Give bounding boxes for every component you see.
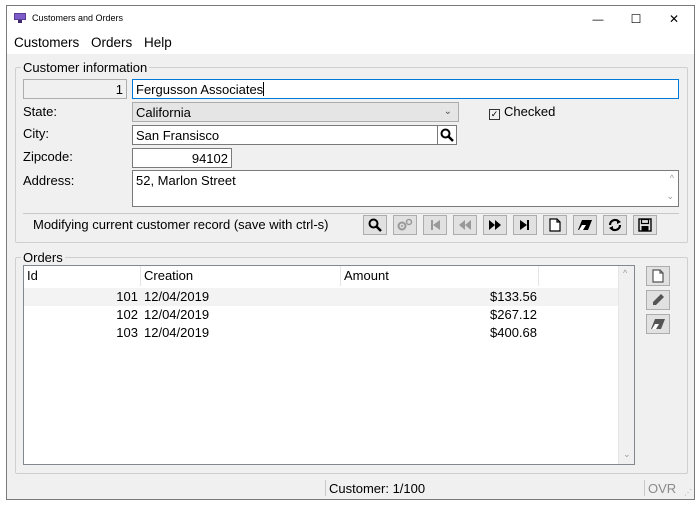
refresh-button[interactable] (603, 215, 627, 235)
customer-name-value: Fergusson Associates (136, 82, 264, 97)
chevron-down-icon: ⌄ (443, 106, 452, 117)
maximize-icon: ☐ (630, 12, 642, 26)
main-window: Customers and Orders — ☐ ✕ Customers Ord… (6, 5, 695, 500)
customer-info-label: Customer information (21, 60, 150, 75)
new-order-button[interactable] (646, 266, 670, 286)
state-label: State: (23, 104, 57, 119)
text-cursor (263, 82, 265, 96)
previous-record-button[interactable] (453, 215, 477, 235)
first-record-icon (431, 220, 440, 230)
search-icon (440, 128, 454, 142)
last-record-icon (520, 220, 529, 230)
new-document-icon (652, 269, 664, 283)
order-id: 102 (116, 307, 138, 322)
status-separator (325, 480, 326, 496)
orders-table[interactable]: Id Creation Amount 101 12/04/2019 $133.5… (23, 265, 635, 465)
checked-label: Checked (504, 104, 556, 119)
scroll-down-icon: ⌄ (623, 449, 631, 459)
refresh-icon (608, 218, 622, 232)
pencil-icon (653, 294, 664, 305)
resize-grip-icon: ⋰ (684, 488, 692, 497)
menu-bar: Customers Orders Help (7, 32, 694, 54)
new-record-button[interactable] (543, 215, 567, 235)
chevron-up-icon: ^ (669, 173, 674, 183)
maximize-button[interactable]: ☐ (617, 6, 655, 32)
address-field[interactable]: 52, Marlon Street ^ ⌄ (132, 170, 679, 207)
city-search-button[interactable] (437, 125, 457, 145)
address-value: 52, Marlon Street (136, 173, 236, 188)
address-label: Address: (23, 173, 75, 188)
status-separator (644, 480, 645, 496)
edit-order-button[interactable] (646, 290, 670, 310)
eraser-icon (651, 319, 665, 329)
minimize-button[interactable]: — (579, 6, 617, 32)
clear-button[interactable] (573, 215, 597, 235)
state-value: California (136, 105, 191, 120)
record-position: Customer: 1/100 (329, 481, 426, 496)
next-record-icon (489, 220, 501, 230)
customer-name-field[interactable]: Fergusson Associates (132, 79, 679, 99)
status-bar: Customer: 1/100 OVR ⋰ (7, 477, 694, 499)
menu-help[interactable]: Help (144, 35, 172, 50)
filter-settings-button[interactable] (393, 215, 417, 235)
city-label: City: (23, 126, 49, 141)
delete-order-button[interactable] (646, 314, 670, 334)
zipcode-field[interactable]: 94102 (132, 148, 232, 168)
order-amount: $400.68 (490, 325, 537, 340)
menu-orders[interactable]: Orders (91, 35, 132, 50)
new-record-icon (549, 218, 561, 232)
close-icon: ✕ (668, 12, 680, 26)
save-button[interactable] (633, 215, 657, 235)
filter-settings-icon (397, 218, 413, 231)
order-creation: 12/04/2019 (144, 325, 210, 340)
table-scrollbar[interactable]: ^ ⌄ (618, 266, 634, 464)
scroll-up-icon: ^ (623, 268, 628, 278)
overwrite-mode: OVR (648, 481, 677, 496)
clear-icon (578, 220, 592, 230)
column-header-id[interactable]: Id (24, 266, 141, 286)
search-button[interactable] (363, 215, 387, 235)
table-row[interactable]: 101 12/04/2019 $133.56 (24, 288, 620, 306)
first-record-button[interactable] (423, 215, 447, 235)
divider (23, 213, 679, 214)
checked-checkbox[interactable]: ✓ Checked (489, 104, 555, 120)
order-creation: 12/04/2019 (144, 307, 210, 322)
customer-id-field: 1 (23, 79, 127, 99)
minimize-icon: — (592, 14, 604, 26)
state-select[interactable]: California ⌄ (132, 102, 459, 122)
chevron-down-icon: ⌄ (666, 191, 674, 201)
content-area: Customer information 1 Fergusson Associa… (7, 54, 694, 499)
zipcode-label: Zipcode: (23, 149, 73, 164)
last-record-button[interactable] (513, 215, 537, 235)
order-amount: $267.12 (490, 307, 537, 322)
close-button[interactable]: ✕ (655, 6, 693, 32)
table-row[interactable]: 103 12/04/2019 $400.68 (24, 324, 620, 342)
order-id: 101 (116, 289, 138, 304)
window-title: Customers and Orders (32, 13, 124, 23)
save-icon (638, 218, 652, 232)
status-message: Modifying current customer record (save … (33, 217, 329, 232)
app-icon (14, 13, 26, 23)
title-bar[interactable]: Customers and Orders — ☐ ✕ (7, 6, 694, 32)
column-header-amount[interactable]: Amount (341, 266, 539, 286)
menu-customers[interactable]: Customers (14, 35, 79, 50)
column-header-creation[interactable]: Creation (141, 266, 341, 286)
table-row[interactable]: 102 12/04/2019 $267.12 (24, 306, 620, 324)
city-field[interactable]: San Fransisco (132, 125, 438, 145)
record-toolbar (363, 215, 668, 235)
orders-label: Orders (21, 250, 65, 265)
next-record-button[interactable] (483, 215, 507, 235)
order-amount: $133.56 (490, 289, 537, 304)
order-creation: 12/04/2019 (144, 289, 210, 304)
search-icon (368, 218, 382, 232)
order-id: 103 (116, 325, 138, 340)
previous-record-icon (459, 220, 471, 230)
checkbox-icon: ✓ (489, 109, 500, 120)
